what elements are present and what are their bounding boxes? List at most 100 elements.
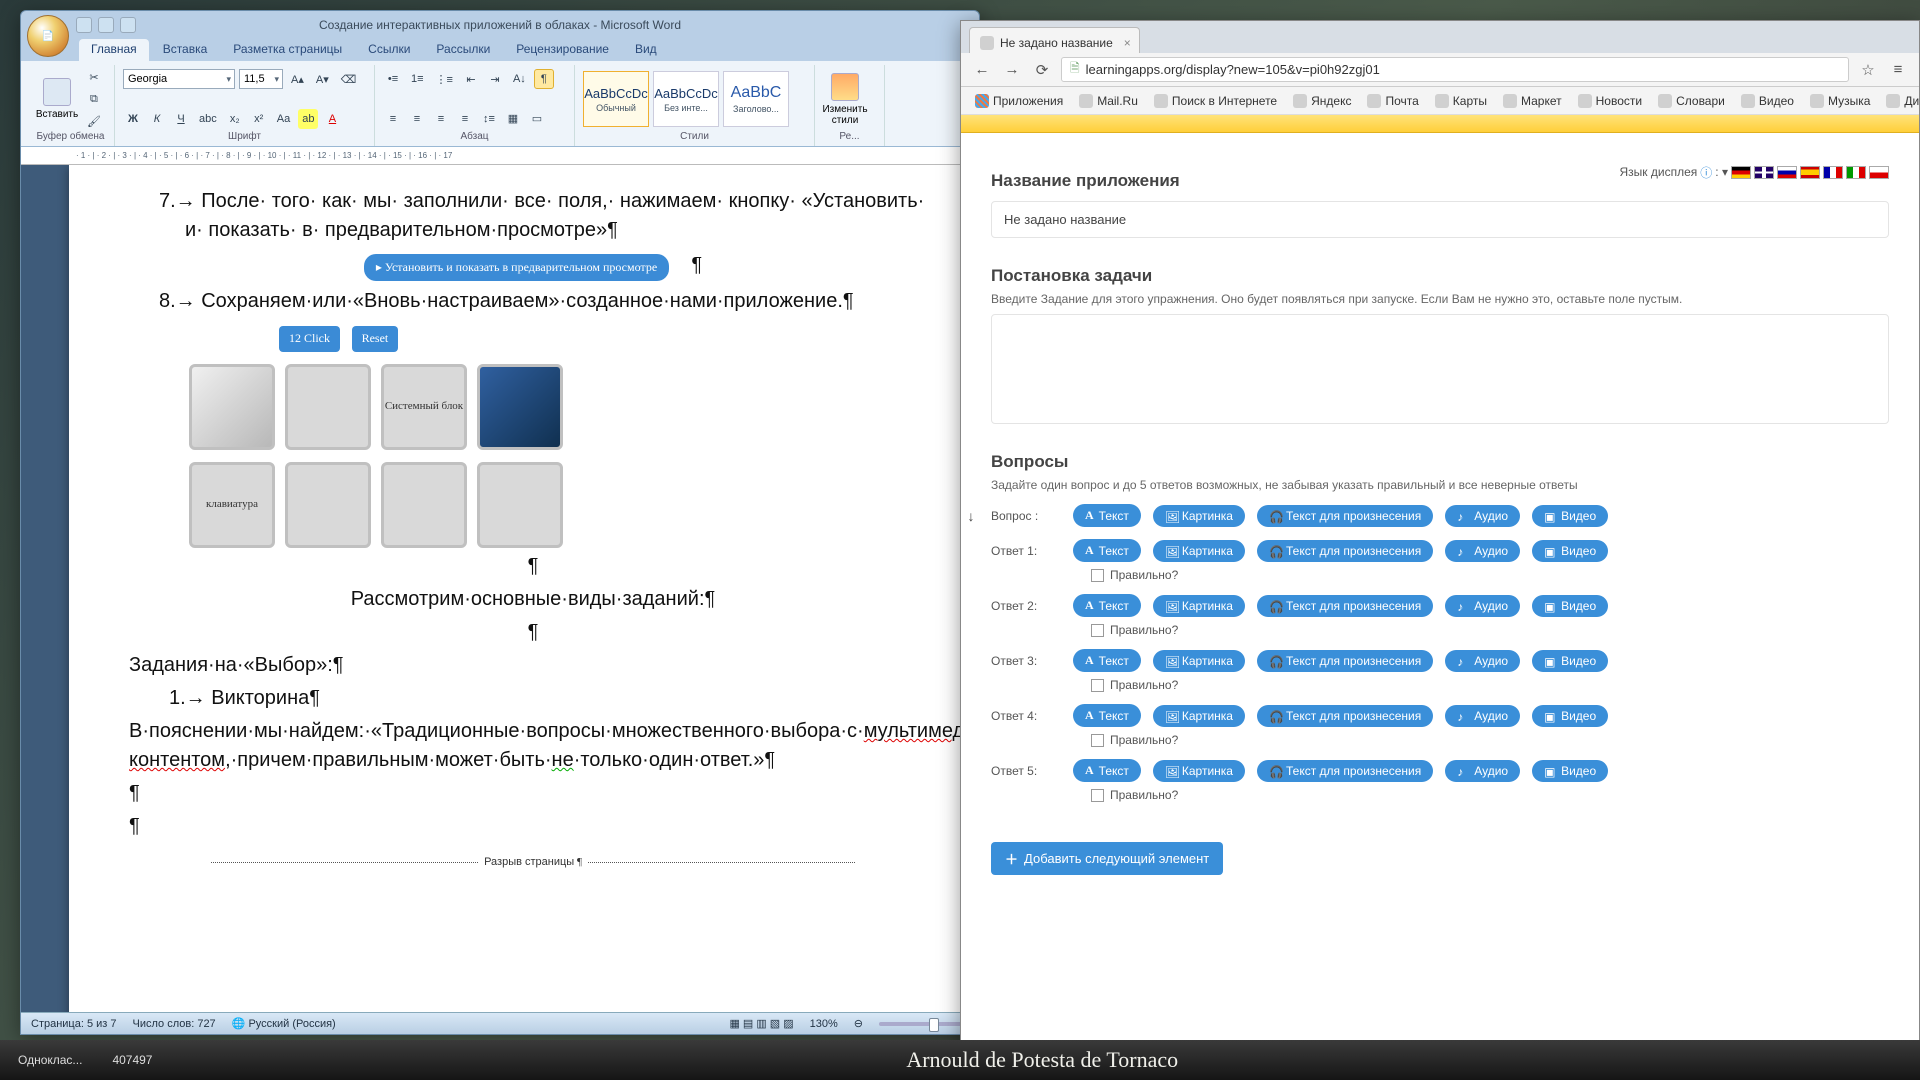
browser-tab[interactable]: Не задано название ×	[969, 27, 1140, 53]
tab-insert[interactable]: Вставка	[151, 39, 220, 61]
pill-tts[interactable]: 🎧 Текст для произнесения	[1257, 505, 1433, 527]
correct-checkbox[interactable]	[1091, 734, 1104, 747]
tab-mailings[interactable]: Рассылки	[424, 39, 502, 61]
align-left-button[interactable]: ≡	[383, 109, 403, 129]
pill-image[interactable]: 🖼 Картинка	[1153, 760, 1245, 782]
pill-tts[interactable]: 🎧 Текст для произнесения	[1257, 760, 1433, 782]
pill-tts[interactable]: 🎧 Текст для произнесения	[1257, 650, 1433, 672]
flag-en-icon[interactable]	[1754, 166, 1774, 179]
pill-text[interactable]: A Текст	[1073, 649, 1141, 672]
pill-image[interactable]: 🖼 Картинка	[1153, 650, 1245, 672]
flag-es-icon[interactable]	[1800, 166, 1820, 179]
pill-video[interactable]: ▣ Видео	[1532, 650, 1608, 672]
reorder-icon[interactable]: ↓	[963, 508, 979, 524]
change-styles-button[interactable]: Изменить стили	[823, 68, 867, 130]
tab-home[interactable]: Главная	[79, 39, 149, 61]
bm-yandex[interactable]: Яндекс	[1287, 92, 1357, 110]
bm-maps[interactable]: Карты	[1429, 92, 1493, 110]
pill-audio[interactable]: ♪ Аудио	[1445, 540, 1520, 562]
pill-image[interactable]: 🖼 Картинка	[1153, 540, 1245, 562]
superscript-button[interactable]: x²	[249, 109, 269, 129]
pill-tts[interactable]: 🎧 Текст для произнесения	[1257, 540, 1433, 562]
pill-video[interactable]: ▣ Видео	[1532, 705, 1608, 727]
font-name-combo[interactable]: Georgia	[123, 69, 235, 89]
italic-button[interactable]: К	[147, 109, 167, 129]
format-painter-button[interactable]: 🖌	[83, 111, 105, 131]
cut-button[interactable]: ✂	[83, 67, 105, 87]
copy-button[interactable]: ⧉	[83, 89, 105, 109]
numbering-button[interactable]: 1≡	[407, 69, 428, 89]
document-page[interactable]: 7.→ После· того· как· мы· заполнили· все…	[69, 165, 969, 1012]
font-color-button[interactable]: A	[322, 109, 342, 129]
bm-market[interactable]: Маркет	[1497, 92, 1568, 110]
flag-pl-icon[interactable]	[1869, 166, 1889, 179]
pill-image[interactable]: 🖼 Картинка	[1153, 505, 1245, 527]
horizontal-ruler[interactable]: · 1 · | · 2 · | · 3 · | · 4 · | · 5 · | …	[21, 147, 979, 165]
pill-text[interactable]: A Текст	[1073, 504, 1141, 527]
back-button[interactable]: ←	[971, 59, 993, 81]
pill-text[interactable]: A Текст	[1073, 539, 1141, 562]
correct-checkbox[interactable]	[1091, 789, 1104, 802]
pill-text[interactable]: A Текст	[1073, 759, 1141, 782]
style-nospacing[interactable]: AaBbCcDcБез инте...	[653, 71, 719, 127]
pill-image[interactable]: 🖼 Картинка	[1153, 705, 1245, 727]
strike-button[interactable]: abc	[195, 109, 221, 129]
pill-audio[interactable]: ♪ Аудио	[1445, 650, 1520, 672]
pill-video[interactable]: ▣ Видео	[1532, 760, 1608, 782]
flag-ru-icon[interactable]	[1777, 166, 1797, 179]
multilevel-button[interactable]: ⋮≡	[432, 69, 457, 89]
flag-fr-icon[interactable]	[1823, 166, 1843, 179]
bm-search[interactable]: Поиск в Интернете	[1148, 92, 1283, 110]
pill-text[interactable]: A Текст	[1073, 704, 1141, 727]
address-bar[interactable]: 🗎 learningapps.org/display?new=105&v=pi0…	[1061, 57, 1849, 82]
status-page[interactable]: Страница: 5 из 7	[31, 1018, 117, 1030]
appname-input[interactable]: Не задано название	[991, 201, 1889, 238]
align-center-button[interactable]: ≡	[407, 109, 427, 129]
taskbar-item-num[interactable]: 407497	[104, 1050, 160, 1070]
bm-mailru[interactable]: Mail.Ru	[1073, 92, 1144, 110]
bm-news[interactable]: Новости	[1572, 92, 1648, 110]
subscript-button[interactable]: x₂	[225, 109, 245, 129]
bm-disk[interactable]: Диск	[1880, 92, 1919, 110]
task-textarea[interactable]	[991, 314, 1889, 424]
indent-dec-button[interactable]: ⇤	[461, 69, 481, 89]
correct-checkbox[interactable]	[1091, 569, 1104, 582]
bm-apps[interactable]: Приложения	[969, 92, 1069, 110]
close-tab-icon[interactable]: ×	[1124, 36, 1131, 50]
pill-video[interactable]: ▣ Видео	[1532, 540, 1608, 562]
line-spacing-button[interactable]: ↕≡	[479, 109, 499, 129]
pill-audio[interactable]: ♪ Аудио	[1445, 705, 1520, 727]
chrome-menu-icon[interactable]: ≡	[1887, 59, 1909, 81]
flag-it-icon[interactable]	[1846, 166, 1866, 179]
forward-button[interactable]: →	[1001, 59, 1023, 81]
pill-audio[interactable]: ♪ Аудио	[1445, 760, 1520, 782]
pill-video[interactable]: ▣ Видео	[1532, 595, 1608, 617]
paste-button[interactable]: Вставить	[35, 68, 79, 130]
bm-video[interactable]: Видео	[1735, 92, 1800, 110]
tab-view[interactable]: Вид	[623, 39, 669, 61]
style-normal[interactable]: AaBbCcDcОбычный	[583, 71, 649, 127]
correct-checkbox[interactable]	[1091, 624, 1104, 637]
shrink-font-button[interactable]: A▾	[312, 69, 333, 89]
tab-layout[interactable]: Разметка страницы	[221, 39, 354, 61]
view-buttons[interactable]: ▦ ▤ ▥ ▧ ▨	[729, 1017, 793, 1030]
reload-button[interactable]: ⟳	[1031, 59, 1053, 81]
correct-checkbox[interactable]	[1091, 679, 1104, 692]
taskbar-item-ok[interactable]: Одноклас...	[10, 1050, 90, 1070]
shading-button[interactable]: ▦	[503, 109, 523, 129]
tab-references[interactable]: Ссылки	[356, 39, 422, 61]
show-marks-button[interactable]: ¶	[534, 69, 554, 89]
pill-tts[interactable]: 🎧 Текст для произнесения	[1257, 595, 1433, 617]
align-right-button[interactable]: ≡	[431, 109, 451, 129]
add-element-button[interactable]: ＋Добавить следующий элемент	[991, 842, 1223, 875]
display-language-selector[interactable]: Язык дисплея ⓘ : ▾	[1620, 164, 1889, 181]
style-heading1[interactable]: AaBbCЗаголово...	[723, 71, 789, 127]
pill-audio[interactable]: ♪ Аудио	[1445, 595, 1520, 617]
pill-video[interactable]: ▣ Видео	[1532, 505, 1608, 527]
bullets-button[interactable]: •≡	[383, 69, 403, 89]
clear-format-button[interactable]: ⌫	[337, 69, 361, 89]
status-zoom[interactable]: 130%	[810, 1018, 838, 1030]
change-case-button[interactable]: Aa	[273, 109, 294, 129]
underline-button[interactable]: Ч	[171, 109, 191, 129]
justify-button[interactable]: ≡	[455, 109, 475, 129]
